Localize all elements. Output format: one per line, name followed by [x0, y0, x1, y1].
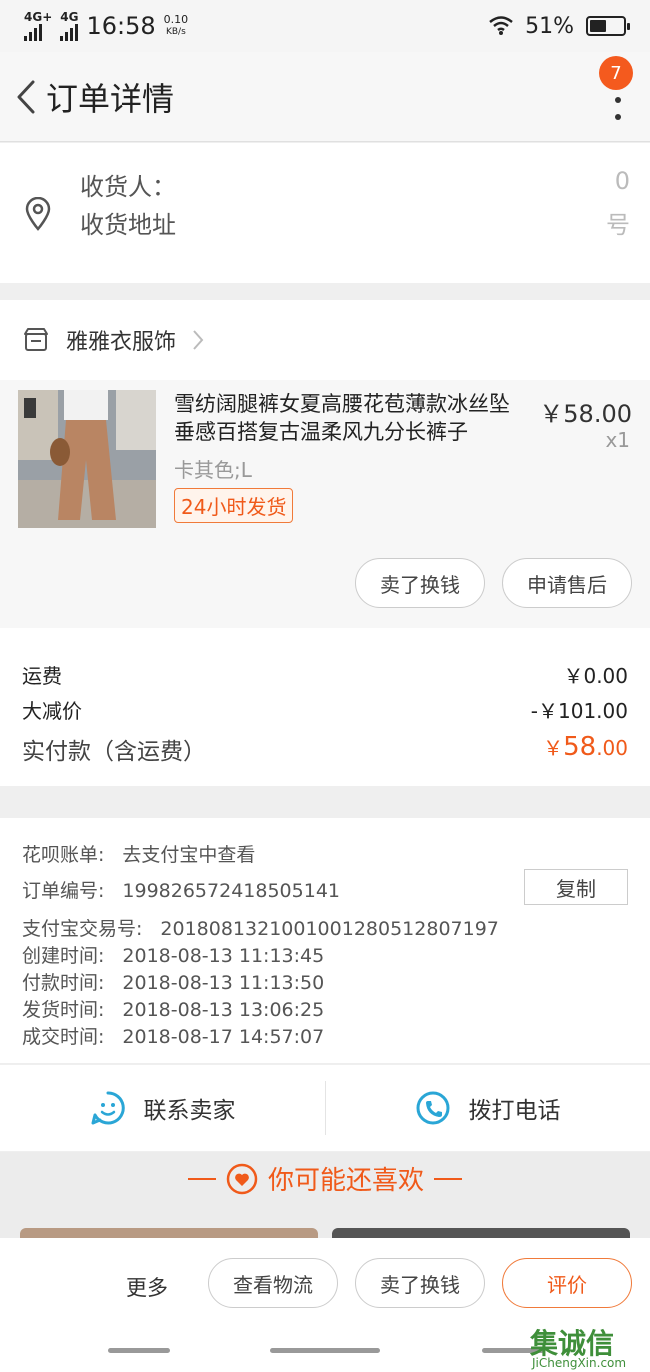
product-price: ￥58.00 — [539, 400, 632, 428]
order-info: 花呗账单: 去支付宝中查看 订单编号: 199826572418505141 复制 … — [0, 818, 650, 1064]
decorative-line — [187, 1177, 216, 1180]
battery-icon — [586, 16, 630, 36]
location-pin-icon — [25, 197, 51, 231]
closed-row: 成交时间: 2018-08-17 14:57:07 — [22, 1022, 324, 1049]
receiver-label: 收货人： — [80, 173, 176, 201]
total-decimal: .00 — [596, 736, 628, 760]
chat-face-icon — [91, 1091, 125, 1125]
nav-bar: 订单详情 7 — [0, 52, 650, 142]
created-label: 创建时间: — [22, 945, 105, 967]
store-icon — [24, 328, 48, 351]
signal-4g-icon: 4G — [60, 11, 78, 41]
bottom-action-bar: 更多 查看物流 卖了换钱 评价 — [0, 1238, 650, 1334]
contact-bar: 联系卖家 拨打电话 — [0, 1065, 650, 1151]
order-number-row: 订单编号: 199826572418505141 — [22, 876, 340, 903]
phone-icon — [416, 1091, 449, 1125]
recommend-title: 你可能还喜欢 — [267, 1166, 424, 1196]
price-summary: 运费 ￥0.00 大减价 -￥101.00 实付款（含运费） ￥58.00 — [0, 628, 650, 786]
alipay-label: 支付宝交易号: — [22, 918, 143, 940]
net-speed: 0.10 KB/s — [164, 14, 189, 38]
battery-fill — [590, 20, 607, 32]
discount-row: 大减价 -￥101.00 — [22, 695, 628, 724]
watermark-logo: 集诚信 JiChengXin.com — [530, 1322, 646, 1372]
address-value-tail: 号 — [606, 211, 630, 239]
recommend-title-row: 你可能还喜欢 — [0, 1160, 650, 1197]
net-speed-unit: KB/s — [165, 27, 186, 37]
product-card[interactable]: 雪纺阔腿裤女夏高腰花苞薄款冰丝坠垂感百搭复古温柔风九分长裤子 ￥58.00 x1… — [0, 380, 650, 628]
total-integer: 58 — [563, 732, 597, 762]
closed-label: 成交时间: — [22, 1026, 105, 1048]
heart-icon — [226, 1163, 258, 1194]
signal-4g-plus-icon: 4G+ — [24, 11, 52, 41]
discount-label: 大减价 — [22, 699, 82, 723]
shipped-row: 发货时间: 2018-08-13 13:06:25 — [22, 995, 324, 1022]
huabei-row: 花呗账单: 去支付宝中查看 — [22, 840, 255, 867]
sell-button[interactable]: 卖了换钱 — [355, 558, 485, 608]
paid-row: 付款时间: 2018-08-13 11:13:50 — [22, 968, 324, 995]
status-bar: 4G+ 4G 16:58 0.10 KB/s 51% — [0, 0, 650, 52]
shipping-tag: 24小时发货 — [174, 488, 294, 523]
paid-value: 2018-08-13 11:13:50 — [122, 972, 325, 994]
alipay-row: 支付宝交易号: 2018081321001001280512807197 — [22, 914, 499, 941]
rate-button[interactable]: 评价 — [502, 1258, 632, 1308]
recommend-section: 你可能还喜欢 — [0, 1152, 650, 1248]
contact-seller-button[interactable]: 联系卖家 — [0, 1065, 325, 1151]
alipay-value: 2018081321001001280512807197 — [160, 918, 499, 940]
address-label: 收货地址 — [80, 211, 176, 239]
signal-label: 4G+ — [24, 10, 53, 24]
shop-row[interactable]: 雅雅衣服饰 — [0, 300, 650, 380]
created-row: 创建时间: 2018-08-13 11:13:45 — [22, 941, 324, 968]
decorative-line — [434, 1177, 462, 1180]
clock: 16:58 — [86, 12, 156, 40]
notification-badge: 7 — [599, 56, 633, 90]
total-amount: ￥58.00 — [543, 732, 628, 766]
address-card[interactable]: 收货人： 收货地址 0 号 — [0, 143, 650, 283]
copy-button[interactable]: 复制 — [524, 869, 628, 905]
back-arrow-icon[interactable] — [6, 67, 46, 127]
contact-seller-label: 联系卖家 — [143, 1098, 236, 1124]
divider — [325, 1081, 326, 1135]
status-right: 51% — [489, 13, 630, 39]
shipping-row: 运费 ￥0.00 — [22, 660, 628, 689]
shop-name: 雅雅衣服饰 — [66, 330, 177, 355]
order-number-value: 199826572418505141 — [122, 880, 340, 902]
product-quantity: x1 — [605, 428, 630, 452]
huabei-label: 花呗账单: — [22, 844, 105, 866]
huabei-link[interactable]: 去支付宝中查看 — [122, 840, 255, 867]
net-speed-value: 0.10 — [163, 13, 189, 26]
shipped-label: 发货时间: — [22, 999, 105, 1021]
paid-label: 付款时间: — [22, 972, 105, 994]
battery-percent: 51% — [525, 13, 574, 39]
call-phone-button[interactable]: 拨打电话 — [325, 1065, 650, 1151]
watermark-subtext: JiChengXin.com — [532, 1356, 627, 1370]
shipping-value: ￥0.00 — [563, 664, 628, 688]
view-logistics-button[interactable]: 查看物流 — [208, 1258, 338, 1308]
chevron-right-icon — [193, 330, 204, 350]
gesture-bar-left[interactable] — [108, 1348, 170, 1353]
closed-value: 2018-08-17 14:57:07 — [122, 1026, 325, 1048]
shipped-value: 2018-08-13 13:06:25 — [122, 999, 325, 1021]
product-sku: 卡其色;L — [174, 458, 252, 482]
call-phone-label: 拨打电话 — [468, 1098, 561, 1124]
receiver-value-tail: 0 — [614, 167, 630, 195]
signal-label: 4G — [60, 10, 79, 24]
wifi-icon — [489, 16, 513, 35]
total-row: 实付款（含运费） ￥58.00 — [22, 732, 628, 766]
page-title: 订单详情 — [46, 79, 175, 118]
status-left: 4G+ 4G 16:58 0.10 KB/s — [24, 11, 188, 41]
discount-value: -￥101.00 — [530, 699, 628, 723]
total-label: 实付款（含运费） — [22, 739, 206, 765]
product-image[interactable] — [18, 390, 156, 528]
total-currency: ￥ — [543, 736, 564, 760]
created-value: 2018-08-13 11:13:45 — [122, 945, 325, 967]
shipping-label: 运费 — [22, 664, 62, 688]
order-number-label: 订单编号: — [22, 880, 105, 902]
more-button[interactable]: 更多 — [126, 1272, 168, 1302]
gesture-bar-center[interactable] — [270, 1348, 380, 1353]
sell-button-bottom[interactable]: 卖了换钱 — [355, 1258, 485, 1308]
after-sale-button[interactable]: 申请售后 — [502, 558, 632, 608]
product-title[interactable]: 雪纺阔腿裤女夏高腰花苞薄款冰丝坠垂感百搭复古温柔风九分长裤子 — [174, 390, 526, 446]
